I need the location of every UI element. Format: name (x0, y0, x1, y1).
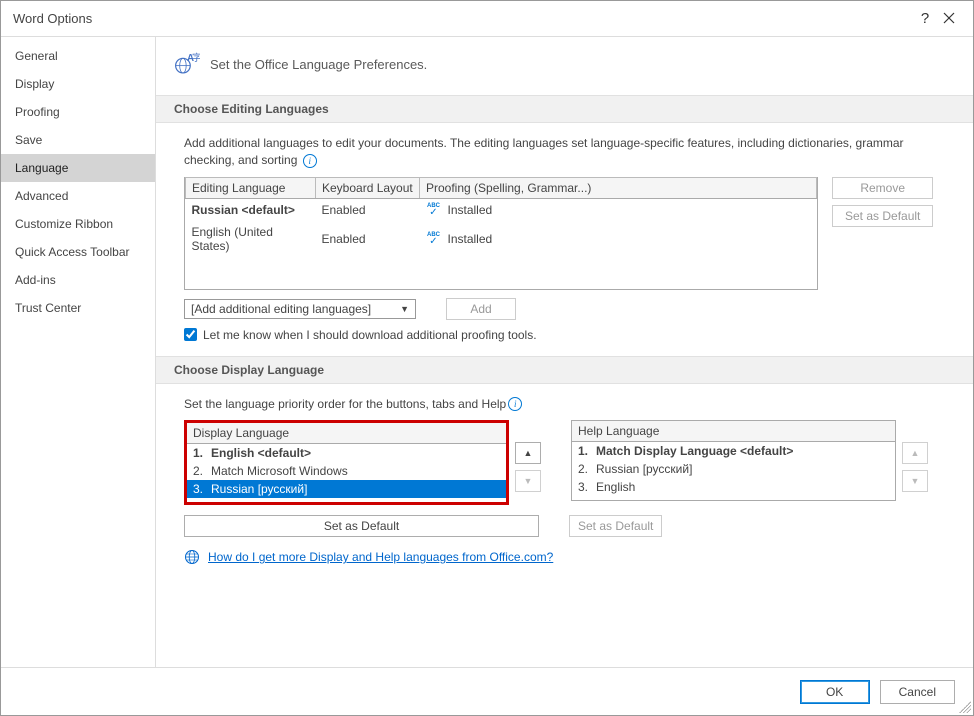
word-options-dialog: Word Options ? General Display Proofing … (0, 0, 974, 716)
svg-text:字: 字 (192, 51, 200, 64)
sidebar-item-language[interactable]: Language (1, 154, 155, 182)
spellcheck-icon: ABC✓ (426, 232, 442, 246)
set-default-display-button[interactable]: Set as Default (184, 515, 539, 537)
sidebar-item-customize-ribbon[interactable]: Customize Ribbon (1, 210, 155, 238)
ok-button[interactable]: OK (800, 680, 870, 704)
col-keyboard-layout[interactable]: Keyboard Layout (316, 177, 420, 198)
col-editing-language[interactable]: Editing Language (186, 177, 316, 198)
set-default-help-button[interactable]: Set as Default (569, 515, 662, 537)
language-icon: A 字 (174, 51, 200, 77)
sidebar-item-save[interactable]: Save (1, 126, 155, 154)
editing-desc: Add additional languages to edit your do… (184, 135, 955, 169)
sidebar-item-addins[interactable]: Add-ins (1, 266, 155, 294)
page-header: Set the Office Language Preferences. (210, 57, 427, 72)
notify-download-label: Let me know when I should download addit… (203, 328, 537, 342)
sidebar-item-general[interactable]: General (1, 42, 155, 70)
list-item[interactable]: 3.Russian [русский] (187, 480, 506, 498)
close-button[interactable] (937, 11, 961, 27)
sidebar-item-trust-center[interactable]: Trust Center (1, 294, 155, 322)
move-down-button[interactable]: ▼ (515, 470, 541, 492)
chevron-down-icon: ▼ (400, 304, 409, 314)
section-editing-header: Choose Editing Languages (156, 95, 973, 123)
globe-icon (184, 549, 200, 565)
list-item[interactable]: 1.English <default> (187, 444, 506, 462)
more-languages-link[interactable]: How do I get more Display and Help langu… (208, 550, 553, 564)
dialog-title: Word Options (13, 11, 913, 26)
list-item[interactable]: 3.English (572, 478, 895, 496)
help-button[interactable]: ? (913, 10, 937, 27)
titlebar: Word Options ? (1, 1, 973, 36)
spellcheck-icon: ABC✓ (426, 203, 442, 217)
cancel-button[interactable]: Cancel (880, 680, 955, 704)
notify-download-checkbox[interactable] (184, 328, 197, 341)
help-language-header: Help Language (572, 421, 895, 442)
col-proofing[interactable]: Proofing (Spelling, Grammar...) (420, 177, 817, 198)
resize-grip[interactable] (959, 701, 971, 713)
editing-language-table[interactable]: Editing Language Keyboard Layout Proofin… (184, 177, 818, 290)
list-item[interactable]: 2.Russian [русский] (572, 460, 895, 478)
sidebar-item-proofing[interactable]: Proofing (1, 98, 155, 126)
table-row[interactable]: English (United States) Enabled ABC✓Inst… (186, 221, 817, 257)
sidebar-item-quick-access[interactable]: Quick Access Toolbar (1, 238, 155, 266)
set-default-button[interactable]: Set as Default (832, 205, 933, 227)
move-down-button[interactable]: ▼ (902, 470, 928, 492)
list-item[interactable]: 1.Match Display Language <default> (572, 442, 895, 460)
bottom-bar: OK Cancel (1, 667, 973, 715)
add-button[interactable]: Add (446, 298, 516, 320)
display-desc: Set the language priority order for the … (184, 396, 955, 413)
info-icon[interactable]: i (303, 154, 317, 168)
section-display-header: Choose Display Language (156, 356, 973, 384)
table-row[interactable]: Russian <default> Enabled ABC✓Installed (186, 198, 817, 221)
display-language-listbox[interactable]: Display Language 1.English <default> 2.M… (184, 420, 509, 505)
display-language-header: Display Language (187, 423, 506, 444)
remove-button[interactable]: Remove (832, 177, 933, 199)
sidebar: General Display Proofing Save Language A… (1, 37, 156, 667)
info-icon[interactable]: i (508, 397, 522, 411)
add-language-dropdown[interactable]: [Add additional editing languages] ▼ (184, 299, 416, 319)
move-up-button[interactable]: ▲ (902, 442, 928, 464)
main-panel: A 字 Set the Office Language Preferences.… (156, 37, 973, 667)
help-language-listbox[interactable]: Help Language 1.Match Display Language <… (571, 420, 896, 501)
sidebar-item-display[interactable]: Display (1, 70, 155, 98)
sidebar-item-advanced[interactable]: Advanced (1, 182, 155, 210)
move-up-button[interactable]: ▲ (515, 442, 541, 464)
list-item[interactable]: 2.Match Microsoft Windows (187, 462, 506, 480)
